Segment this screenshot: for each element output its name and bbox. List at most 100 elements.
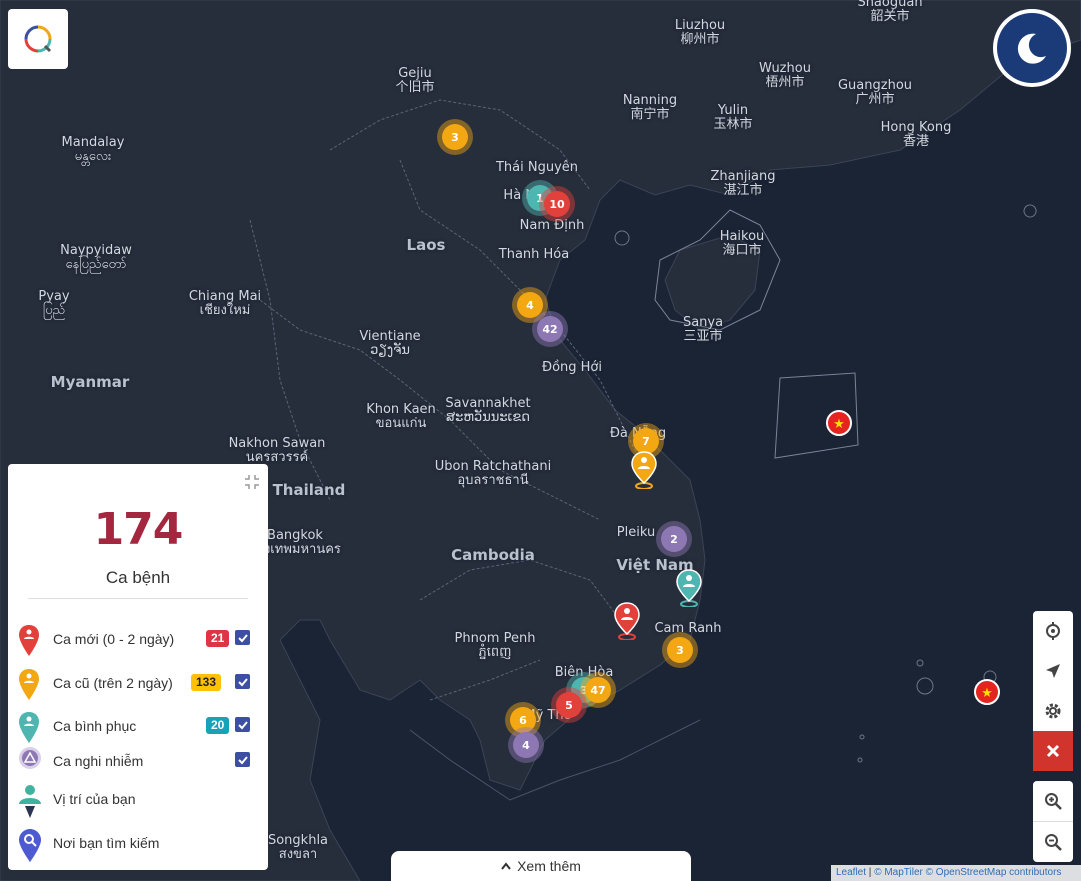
city-local-name: อุบลราชธานี: [457, 473, 529, 488]
city-local-name: นครสวรรค์: [245, 450, 309, 465]
legend-row: Nơi bạn tìm kiếm: [18, 828, 258, 862]
close-button[interactable]: [1033, 731, 1073, 771]
city-name: Pyay: [38, 289, 70, 304]
map-attribution: Leaflet | © MapTiler © OpenStreetMap con…: [831, 865, 1081, 881]
legend-row[interactable]: Ca mới (0 - 2 ngày) 21: [18, 624, 258, 656]
legend-checkbox[interactable]: [235, 674, 250, 689]
app-logo-button[interactable]: [8, 9, 68, 69]
see-more-button[interactable]: Xem thêm: [391, 851, 691, 881]
legend-row[interactable]: Ca bình phục 20: [18, 711, 258, 743]
case-cluster-marker[interactable]: 4: [513, 732, 539, 758]
city-label: Guangzhou 广州市: [838, 79, 912, 107]
old-case-pin-icon: [18, 668, 44, 702]
legend-label: Ca mới (0 - 2 ngày): [53, 631, 175, 647]
city-name: Naypyidaw: [60, 243, 132, 258]
city-local-name: 广州市: [855, 92, 895, 107]
checkmark-icon: [237, 755, 248, 764]
recovered-pin-icon: [18, 711, 44, 745]
case-cluster-marker[interactable]: 2: [661, 526, 687, 552]
city-name: Nanning: [622, 93, 678, 108]
city-local-name: สงขลา: [278, 847, 318, 862]
city-name: Gejiu: [398, 66, 432, 81]
city-name: Chiang Mai: [188, 289, 262, 304]
city-local-name: ပြည်: [42, 303, 66, 318]
case-cluster-marker[interactable]: 5: [556, 692, 582, 718]
legend-count-badge: 133: [191, 674, 222, 691]
zoom-in-button[interactable]: [1033, 781, 1073, 821]
maptiler-link[interactable]: © MapTiler: [874, 867, 923, 878]
legend-count-badge: 20: [206, 717, 230, 734]
city-local-name: เชียงใหม่: [199, 303, 251, 318]
city-name: Nakhon Sawan: [228, 436, 326, 451]
crosshair-icon: [1046, 622, 1060, 640]
case-cluster-marker[interactable]: 6: [510, 707, 536, 733]
my-location-button[interactable]: [1033, 651, 1073, 691]
case-cluster-marker[interactable]: 47: [585, 677, 611, 703]
checkmark-icon: [237, 677, 248, 686]
dark-mode-toggle[interactable]: [993, 9, 1071, 87]
city-local-name: 香港: [902, 134, 929, 149]
city-label: Naypyidaw နေပြည်တော်: [60, 244, 132, 272]
legend-label: Ca bình phục: [53, 718, 137, 734]
legend-row[interactable]: Ca nghi nhiễm: [18, 746, 258, 776]
case-pin-marker[interactable]: [614, 602, 640, 645]
case-cluster-marker[interactable]: 4: [517, 292, 543, 318]
total-cases-label: Ca bệnh: [105, 568, 171, 587]
osm-link[interactable]: © OpenStreetMap contributors: [926, 867, 1062, 878]
city-local-name: 南宁市: [630, 107, 670, 122]
legend-label: Ca cũ (trên 2 ngày): [53, 675, 173, 691]
collapse-icon[interactable]: [244, 474, 260, 490]
locate-center-button[interactable]: [1033, 611, 1073, 651]
vietnam-flag-marker[interactable]: ★: [974, 679, 1000, 705]
case-cluster-marker[interactable]: 3: [442, 124, 468, 150]
city-name: Khon Kaen: [366, 402, 436, 417]
city-name: Sanya: [682, 315, 724, 330]
city-label: Sanya 三亚市: [683, 316, 723, 344]
suspected-icon: [18, 746, 44, 780]
city-name: Nam Định: [519, 218, 585, 233]
zoom-in-icon: [1045, 793, 1062, 810]
city-label: Yulin 玉林市: [713, 104, 752, 132]
legend-row[interactable]: Ca cũ (trên 2 ngày) 133: [18, 668, 258, 700]
new-case-pin-icon: [18, 624, 44, 658]
city-label: Cam Ranh: [654, 622, 721, 636]
city-name: Cam Ranh: [654, 621, 722, 636]
case-pin-marker[interactable]: [631, 451, 657, 494]
zoom-out-button[interactable]: [1033, 821, 1073, 862]
see-more-label: Xem thêm: [517, 858, 581, 874]
zoom-out-icon: [1045, 834, 1062, 851]
city-local-name: နေပြည်တော်: [65, 257, 127, 272]
city-label: Pyay ပြည်: [38, 290, 69, 318]
case-cluster-marker[interactable]: 42: [537, 316, 563, 342]
city-local-name: 柳州市: [680, 32, 720, 47]
city-label: Savannakhet ສະຫວັນນະເຂດ: [445, 397, 530, 425]
legend-row: Vị trí của bạn: [18, 784, 258, 818]
city-name: Ubon Ratchathani: [434, 459, 552, 474]
city-name: Thanh Hóa: [498, 247, 570, 262]
city-name: Mandalay: [61, 135, 125, 150]
legend-label: Nơi bạn tìm kiếm: [53, 835, 160, 851]
vietnam-flag-marker[interactable]: ★: [826, 410, 852, 436]
city-label: Phnom Penh ភ្នំពេញ: [455, 632, 536, 660]
case-pin-marker[interactable]: [676, 569, 702, 612]
city-label: Nam Định: [520, 219, 585, 233]
leaflet-link[interactable]: Leaflet: [836, 867, 866, 878]
case-cluster-marker[interactable]: 10: [544, 191, 570, 217]
city-local-name: 个旧市: [395, 80, 435, 95]
city-local-name: 海口市: [722, 243, 762, 258]
legend-checkbox[interactable]: [235, 717, 250, 732]
case-cluster-marker[interactable]: 3: [667, 637, 693, 663]
legend-checkbox[interactable]: [235, 752, 250, 767]
city-name: Yulin: [717, 103, 749, 118]
city-name: Pleiku: [616, 525, 656, 540]
your-location-icon: [18, 784, 44, 818]
city-label: Liuzhou 柳州市: [675, 19, 725, 47]
legend-checkbox[interactable]: [235, 630, 250, 645]
checkmark-icon: [237, 633, 248, 642]
legend-label: Ca nghi nhiễm: [53, 753, 144, 769]
settings-button[interactable]: [1033, 691, 1073, 731]
city-label: Thái Nguyên: [496, 161, 578, 175]
country-label: Thailand: [272, 481, 346, 499]
city-local-name: ສະຫວັນນະເຂດ: [445, 410, 531, 425]
city-label: Ubon Ratchathani อุบลราชธานี: [435, 460, 551, 488]
